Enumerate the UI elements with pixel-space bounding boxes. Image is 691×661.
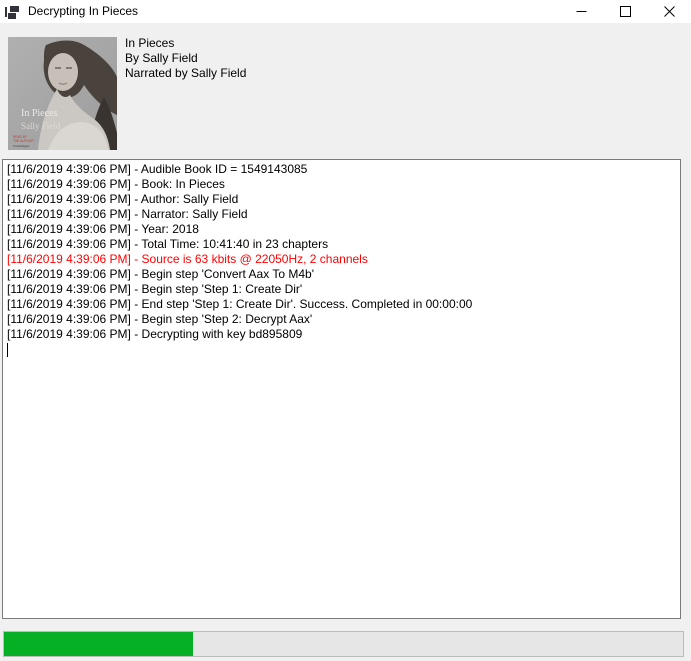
log-line: [11/6/2019 4:39:06 PM] - End step 'Step … xyxy=(7,297,677,312)
maximize-button[interactable] xyxy=(603,0,647,23)
close-icon xyxy=(664,6,675,17)
minimize-button[interactable] xyxy=(559,0,603,23)
log-line: [11/6/2019 4:39:06 PM] - Source is 63 kb… xyxy=(7,252,677,267)
window-controls xyxy=(559,0,691,23)
cover-badge-text: THE AUTHOR xyxy=(13,139,34,143)
log-lines: [11/6/2019 4:39:06 PM] - Audible Book ID… xyxy=(7,162,677,342)
close-button[interactable] xyxy=(647,0,691,23)
app-window: Decrypting In Pieces xyxy=(0,0,691,661)
window-title: Decrypting In Pieces xyxy=(28,0,138,23)
log-line: [11/6/2019 4:39:06 PM] - Narrator: Sally… xyxy=(7,207,677,222)
log-line: [11/6/2019 4:39:06 PM] - Decrypting with… xyxy=(7,327,677,342)
book-title: In Pieces xyxy=(125,36,246,51)
log-line: [11/6/2019 4:39:06 PM] - Begin step 'Ste… xyxy=(7,282,677,297)
log-line: [11/6/2019 4:39:06 PM] - Begin step 'Ste… xyxy=(7,312,677,327)
cover-edition-text: Unabridged xyxy=(13,144,29,148)
application-icon-part xyxy=(10,6,19,12)
cover-author-text: Sally Field xyxy=(21,121,61,131)
log-line: [11/6/2019 4:39:06 PM] - Book: In Pieces xyxy=(7,177,677,192)
maximize-icon xyxy=(620,6,631,17)
titlebar: Decrypting In Pieces xyxy=(0,0,691,23)
progress-fill xyxy=(4,632,193,656)
log-line: [11/6/2019 4:39:06 PM] - Author: Sally F… xyxy=(7,192,677,207)
application-icon-part xyxy=(8,13,16,19)
log-line: [11/6/2019 4:39:06 PM] - Total Time: 10:… xyxy=(7,237,677,252)
application-icon xyxy=(5,5,19,19)
progress-bar xyxy=(3,631,684,657)
application-icon-part xyxy=(5,7,7,17)
log-line: [11/6/2019 4:39:06 PM] - Begin step 'Con… xyxy=(7,267,677,282)
book-narrator: Narrated by Sally Field xyxy=(125,66,246,81)
text-caret xyxy=(7,343,8,357)
log-line: [11/6/2019 4:39:06 PM] - Year: 2018 xyxy=(7,222,677,237)
cover-portrait-face xyxy=(48,53,78,91)
book-info: In Pieces By Sally Field Narrated by Sal… xyxy=(125,36,246,81)
minimize-icon xyxy=(576,6,587,17)
book-author: By Sally Field xyxy=(125,51,246,66)
log-textbox[interactable]: [11/6/2019 4:39:06 PM] - Audible Book ID… xyxy=(2,159,681,619)
cover-title-text: In Pieces xyxy=(21,108,57,119)
book-cover-image: In Pieces Sally Field READ BY THE AUTHOR… xyxy=(8,37,117,150)
log-line: [11/6/2019 4:39:06 PM] - Audible Book ID… xyxy=(7,162,677,177)
